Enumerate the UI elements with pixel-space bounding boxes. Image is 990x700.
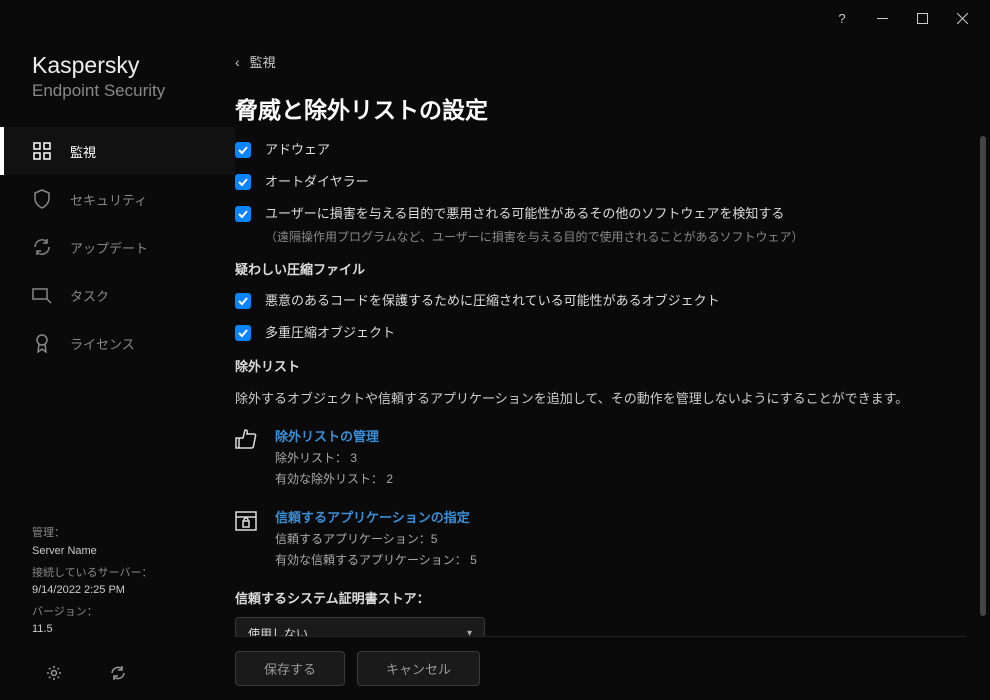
- sidebar-footer: 管理： Server Name 接続しているサーバー： 9/14/2022 2:…: [0, 521, 235, 651]
- exclusions-count: 除外リスト： 3: [275, 449, 393, 466]
- active-exclusions-count: 有効な除外リスト： 2: [275, 470, 393, 487]
- dashboard-icon: [32, 141, 52, 161]
- sidebar-item-monitoring[interactable]: 監視: [0, 127, 235, 175]
- select-value: 使用しない: [248, 625, 308, 636]
- checkbox-label: オートダイヤラー: [265, 173, 369, 191]
- page-title: 脅威と除外リストの設定: [235, 91, 946, 125]
- manage-exclusions-link[interactable]: 除外リストの管理: [275, 426, 393, 445]
- checkbox-other-software[interactable]: [235, 206, 251, 222]
- sidebar-item-label: タスク: [70, 286, 109, 305]
- scrollbar[interactable]: [980, 136, 986, 616]
- sidebar-item-label: セキュリティ: [70, 190, 147, 209]
- brand-subtitle: Endpoint Security: [0, 81, 235, 101]
- window-lock-icon: [235, 509, 257, 531]
- help-button[interactable]: ?: [822, 3, 862, 33]
- trusted-cert-store-label: 信頼するシステム証明書ストア：: [235, 588, 946, 607]
- admin-value: Server Name: [32, 543, 235, 561]
- checkbox-description: （遠隔操作用プログラムなど、ユーザーに損害を与える目的で使用されることがあるソフ…: [265, 228, 803, 245]
- trusted-apps-link[interactable]: 信頼するアプリケーションの指定: [275, 507, 477, 526]
- active-trusted-apps-count: 有効な信頼するアプリケーション： 5: [275, 551, 477, 568]
- chevron-left-icon: ‹: [235, 54, 240, 70]
- sidebar-item-label: アップデート: [70, 238, 148, 257]
- badge-icon: [32, 333, 52, 353]
- breadcrumb-back[interactable]: ‹ 監視: [235, 52, 966, 71]
- version-label: バージョン：: [32, 604, 235, 622]
- checkbox-label: 多重圧縮オブジェクト: [265, 324, 395, 342]
- section-exclusions-desc: 除外するオブジェクトや信頼するアプリケーションを追加して、その動作を管理しないよ…: [235, 389, 946, 409]
- trusted-cert-store-select[interactable]: 使用しない ▾: [235, 617, 485, 636]
- checkbox-multi-packed[interactable]: [235, 325, 251, 341]
- shield-icon: [32, 189, 52, 209]
- checkbox-label: 悪意のあるコードを保護するために圧縮されている可能性があるオブジェクト: [265, 292, 720, 310]
- server-label: 接続しているサーバー：: [32, 565, 235, 583]
- sidebar-item-label: 監視: [70, 142, 96, 161]
- sidebar-item-tasks[interactable]: タスク: [0, 271, 235, 319]
- checkbox-autodialer[interactable]: [235, 174, 251, 190]
- sidebar-item-security[interactable]: セキュリティ: [0, 175, 235, 223]
- task-icon: [32, 285, 52, 305]
- trusted-apps-count: 信頼するアプリケーション：5: [275, 530, 477, 547]
- settings-button[interactable]: [46, 665, 62, 686]
- checkbox-label: ユーザーに損害を与える目的で悪用される可能性があるその他のソフトウェアを検知する: [265, 205, 803, 223]
- sync-button[interactable]: [110, 665, 126, 686]
- thumbs-up-icon: [235, 428, 257, 450]
- save-button[interactable]: 保存する: [235, 651, 345, 686]
- checkbox-label: アドウェア: [265, 141, 330, 159]
- minimize-button[interactable]: [862, 3, 902, 33]
- server-value: 9/14/2022 2:25 PM: [32, 582, 235, 600]
- version-value: 11.5: [32, 621, 235, 639]
- sidebar-item-license[interactable]: ライセンス: [0, 319, 235, 367]
- section-exclusions: 除外リスト: [235, 356, 946, 375]
- refresh-icon: [32, 237, 52, 257]
- breadcrumb-label: 監視: [250, 52, 276, 71]
- checkbox-adware[interactable]: [235, 142, 251, 158]
- section-suspicious-archives: 疑わしい圧縮ファイル: [235, 259, 946, 278]
- sidebar-item-label: ライセンス: [70, 334, 135, 353]
- checkbox-packed-malicious[interactable]: [235, 293, 251, 309]
- maximize-button[interactable]: [902, 3, 942, 33]
- chevron-down-icon: ▾: [467, 628, 472, 636]
- admin-label: 管理：: [32, 525, 235, 543]
- brand-title: Kaspersky: [0, 52, 235, 79]
- cancel-button[interactable]: キャンセル: [357, 651, 480, 686]
- sidebar-item-update[interactable]: アップデート: [0, 223, 235, 271]
- close-button[interactable]: [942, 3, 982, 33]
